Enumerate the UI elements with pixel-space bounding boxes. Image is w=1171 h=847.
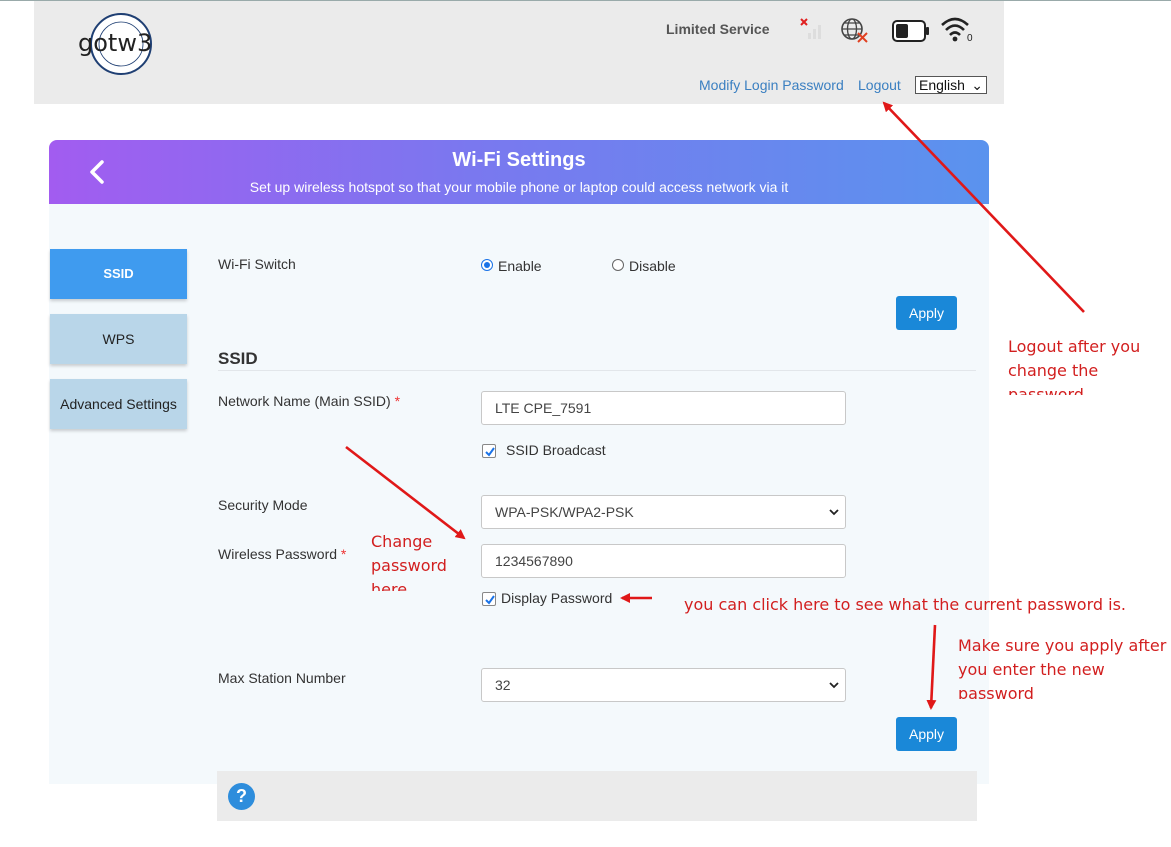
ssid-apply-button[interactable]: Apply [896, 717, 957, 751]
page-subtitle: Set up wireless hotspot so that your mob… [249, 179, 789, 195]
ssid-section-title: SSID [218, 349, 258, 368]
help-bar: ? [217, 771, 977, 821]
service-status: Limited Service [666, 21, 770, 37]
wifi-switch-apply-button[interactable]: Apply [896, 296, 957, 330]
sidebar-item-ssid[interactable]: SSID [50, 249, 187, 299]
language-value: English [919, 77, 965, 93]
network-name-label: Network Name (Main SSID) * [218, 393, 400, 409]
enable-radio-label: Enable [498, 258, 542, 274]
required-mark: * [394, 393, 401, 409]
security-mode-value: WPA-PSK/WPA2-PSK [495, 504, 634, 520]
sidebar-item-wps[interactable]: WPS [50, 314, 187, 364]
wifi-clients-icon: 0 [941, 17, 973, 43]
logout-annotation: Logout after you change the password [1008, 337, 1141, 395]
display-password-annotation: you can click here to see what the curre… [684, 595, 1126, 614]
wireless-password-label: Wireless Password * [218, 546, 346, 562]
max-station-label: Max Station Number [218, 670, 346, 686]
logo: gotw3 [78, 13, 152, 75]
disable-radio[interactable] [612, 259, 624, 271]
enable-radio[interactable] [481, 259, 493, 271]
language-select[interactable]: English ⌄ [915, 76, 987, 94]
apply-annotation: Make sure you apply after you enter the … [958, 636, 1167, 699]
display-password-label: Display Password [501, 590, 613, 606]
globe-disconnected-icon [841, 18, 868, 43]
wifi-switch-label: Wi-Fi Switch [218, 256, 296, 272]
display-password-checkbox[interactable] [482, 592, 496, 606]
network-name-input[interactable]: LTE CPE_7591 [481, 391, 846, 425]
max-station-select[interactable]: 32 [481, 668, 846, 702]
signal-no-service-icon [800, 18, 821, 39]
section-divider [218, 370, 976, 371]
chevron-down-icon [829, 682, 839, 689]
wireless-password-label-text: Wireless Password [218, 546, 338, 562]
ssid-broadcast-checkbox[interactable] [482, 444, 496, 458]
sidebar-item-advanced-settings[interactable]: Advanced Settings [50, 379, 187, 429]
security-mode-select[interactable]: WPA-PSK/WPA2-PSK [481, 495, 846, 529]
wireless-password-input[interactable]: 1234567890 [481, 544, 846, 578]
max-station-value: 32 [495, 677, 511, 693]
chevron-down-icon [829, 509, 839, 516]
question-icon[interactable]: ? [228, 783, 255, 810]
modify-login-password-link[interactable]: Modify Login Password [699, 77, 844, 93]
svg-text:0: 0 [967, 33, 973, 43]
svg-text:gotw3: gotw3 [78, 29, 152, 57]
required-mark: * [340, 546, 347, 562]
battery-icon [892, 20, 929, 42]
disable-radio-label: Disable [629, 258, 676, 274]
security-mode-label: Security Mode [218, 497, 308, 513]
change-password-annotation: Change password here [371, 532, 447, 591]
chevron-down-icon: ⌄ [971, 77, 983, 93]
page-banner: Wi-Fi Settings Set up wireless hotspot s… [49, 140, 989, 204]
logout-link[interactable]: Logout [858, 77, 901, 93]
header-bar: gotw3 Limited Service 0 Modify Login Pas… [34, 1, 1004, 104]
network-name-label-text: Network Name (Main SSID) [218, 393, 391, 409]
ssid-broadcast-label: SSID Broadcast [506, 442, 606, 458]
page-title: Wi-Fi Settings [452, 149, 586, 171]
